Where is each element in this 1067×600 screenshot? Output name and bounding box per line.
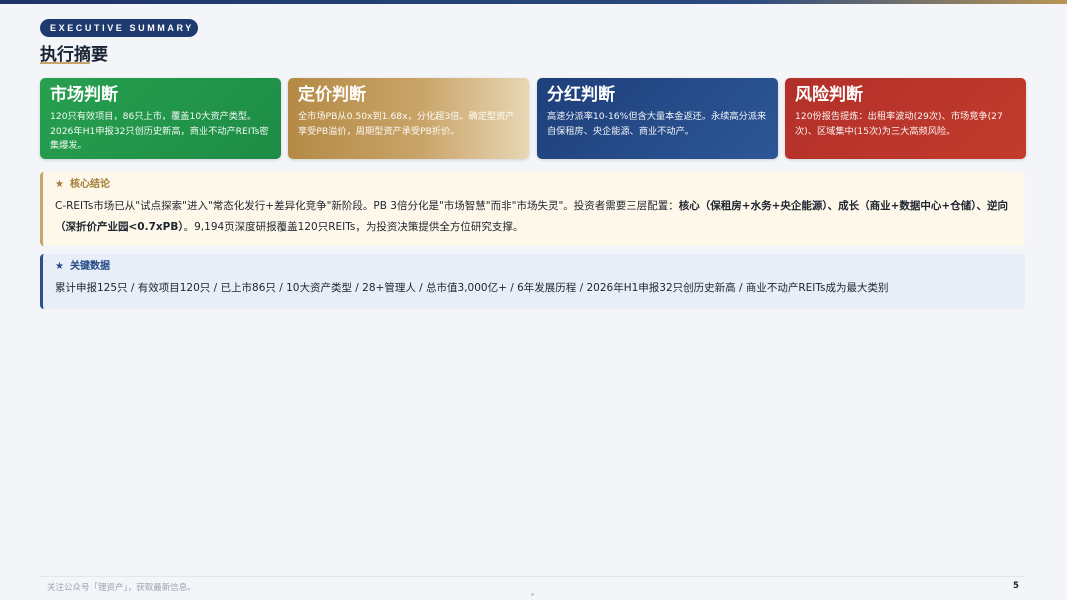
page-indicator-dot [531,593,534,596]
key-data-heading: ★ 关键数据 [55,261,110,272]
card-body: 全市场PB从0.50x到1.68x，分化超3倍。确定型资产享受PB溢价，周期型资… [298,111,515,137]
card-body: 高速分派率10-16%但含大量本金返还。永续高分派来自保租房、央企能源、商业不动… [547,111,767,137]
footer-note: 关注公众号「锂资产」，获取最新信息。 [47,583,196,593]
core-conclusion-heading: ★ 核心结论 [55,179,110,190]
card-title: 风险判断 [795,85,863,105]
section-badge: EXECUTIVE SUMMARY [40,19,198,37]
star-icon: ★ [55,261,64,272]
top-accent-bar [0,0,1067,4]
card-pricing-judgment: 定价判断 全市场PB从0.50x到1.68x，分化超3倍。确定型资产享受PB溢价… [288,78,529,159]
card-title: 市场判断 [50,85,118,105]
card-body: 120份报告提炼：出租率波动(29次)、市场竞争(27次)、区域集中(15次)为… [795,111,1003,137]
core-conclusion-text: C-REITs市场已从"试点探索"进入"常态化发行+差异化竞争"新阶段。PB 3… [55,200,1008,233]
core-conclusion-box: ★ 核心结论 C-REITs市场已从"试点探索"进入"常态化发行+差异化竞争"新阶… [40,172,1025,246]
page-number: 5 [1013,581,1019,591]
card-dividend-judgment: 分红判断 高速分派率10-16%但含大量本金返还。永续高分派来自保租房、央企能源… [537,78,778,159]
card-risk-judgment: 风险判断 120份报告提炼：出租率波动(29次)、市场竞争(27次)、区域集中(… [785,78,1026,159]
card-body: 120只有效项目，86只上市，覆盖10大资产类型。2026年H1申报32只创历史… [50,111,269,151]
card-market-judgment: 市场判断 120只有效项目，86只上市，覆盖10大资产类型。2026年H1申报3… [40,78,281,159]
card-title: 定价判断 [298,85,366,105]
key-data-text: 累计申报125只 / 有效项目120只 / 已上市86只 / 10大资产类型 /… [55,282,889,294]
key-data-box: ★ 关键数据 累计申报125只 / 有效项目120只 / 已上市86只 / 10大… [40,254,1025,309]
card-title: 分红判断 [547,85,615,105]
footer-divider [40,576,1025,577]
star-icon: ★ [55,179,64,190]
title-underline [40,62,90,64]
